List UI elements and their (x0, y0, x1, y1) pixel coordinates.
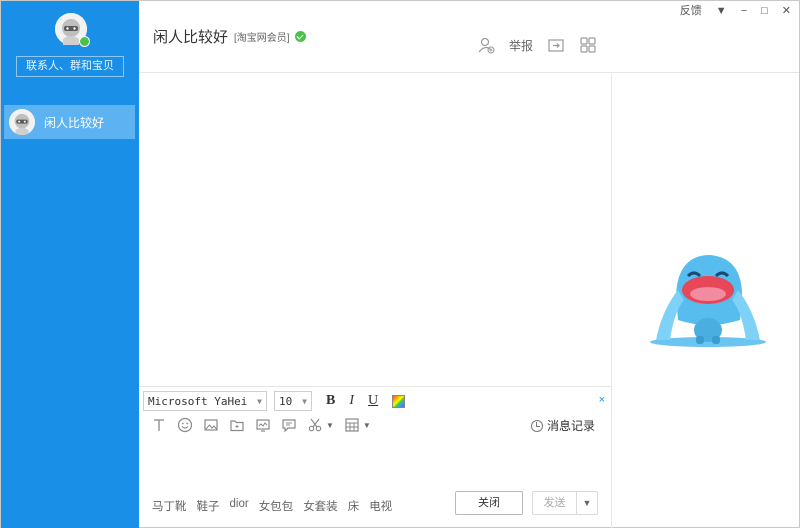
image-icon[interactable] (203, 417, 219, 433)
send-label[interactable]: 发送 (533, 492, 577, 514)
add-contact-icon[interactable] (477, 36, 495, 54)
composer-toolbar: ▼ ▼ (151, 417, 371, 433)
close-format-toolbar-button[interactable]: × (599, 394, 605, 406)
contact-search-input[interactable]: 联系人、群和宝贝 (16, 56, 124, 77)
contact-avatar (9, 109, 35, 135)
italic-button[interactable]: I (349, 393, 354, 409)
search-tags: 马丁靴 鞋子 dior 女包包 女套装 床 电视 (152, 498, 392, 514)
minimize-button[interactable]: − (741, 5, 747, 17)
sidebar-item-contact[interactable]: 闲人比较好 (4, 105, 135, 139)
font-size-select[interactable]: 10 ▼ (274, 391, 312, 411)
message-composer: Microsoft YaHei ▼ 10 ▼ B I U × ▼ ▼ 消息记录 … (139, 386, 611, 528)
format-toolbar: Microsoft YaHei ▼ 10 ▼ B I U (143, 391, 406, 411)
bold-button[interactable]: B (326, 393, 335, 409)
scissors-icon[interactable] (307, 417, 323, 433)
emoji-icon[interactable] (177, 417, 193, 433)
tag-link[interactable]: dior (230, 498, 249, 514)
chat-title: 闲人比较好 [淘宝网会员] (153, 26, 306, 47)
font-color-icon[interactable] (392, 394, 406, 408)
tag-link[interactable]: 鞋子 (197, 498, 220, 514)
feedback-link[interactable]: 反馈 (680, 5, 702, 17)
close-button[interactable]: 关闭 (455, 491, 523, 515)
header-toolbar: 举报 (477, 36, 597, 54)
tag-link[interactable]: 女套装 (303, 498, 338, 514)
tag-link[interactable]: 床 (348, 498, 360, 514)
send-button[interactable]: 发送 ▼ (532, 491, 598, 515)
tag-link[interactable]: 电视 (369, 498, 392, 514)
tag-link[interactable]: 女包包 (259, 498, 294, 514)
menu-dropdown-icon[interactable]: ▼ (716, 5, 727, 17)
screen-share-icon[interactable] (255, 417, 271, 433)
chevron-down-icon[interactable]: ▼ (326, 421, 334, 430)
contact-title: 闲人比较好 (153, 29, 229, 46)
send-file-icon[interactable] (547, 36, 565, 54)
send-options-dropdown[interactable]: ▼ (577, 492, 597, 514)
window-controls: 反馈 ▼ − □ ✕ (680, 5, 791, 17)
chat-header: 闲人比较好 [淘宝网会员] 举报 反馈 ▼ − □ ✕ (139, 1, 799, 73)
crying-mascot-image (650, 255, 766, 347)
contact-name: 闲人比较好 (44, 115, 105, 130)
message-bubble-icon[interactable] (281, 417, 297, 433)
chevron-down-icon: ▼ (302, 396, 307, 406)
font-family-select[interactable]: Microsoft YaHei ▼ (143, 391, 267, 411)
font-size-value: 10 (279, 394, 293, 408)
maximize-button[interactable]: □ (761, 5, 768, 17)
report-button[interactable]: 举报 (509, 37, 533, 54)
apps-grid-icon[interactable] (579, 36, 597, 54)
underline-button[interactable]: U (368, 393, 378, 409)
right-panel (611, 74, 800, 528)
user-avatar[interactable] (55, 13, 90, 47)
chevron-down-icon: ▼ (257, 396, 262, 406)
online-status-icon (79, 36, 90, 47)
sidebar: 联系人、群和宝贝 闲人比较好 (1, 1, 139, 528)
member-badge: [淘宝网会员] (234, 33, 290, 44)
text-format-icon[interactable] (151, 417, 167, 433)
calculator-icon[interactable] (344, 417, 360, 433)
verified-icon (294, 31, 306, 42)
chat-window: 联系人、群和宝贝 闲人比较好 闲人比较好 [淘宝网会员] 举报 反馈 ▼ − □… (0, 0, 800, 528)
folder-icon[interactable] (229, 417, 245, 433)
clock-icon (530, 419, 543, 432)
close-window-button[interactable]: ✕ (782, 5, 791, 17)
font-family-value: Microsoft YaHei (148, 394, 248, 408)
tag-link[interactable]: 马丁靴 (152, 498, 187, 514)
message-area[interactable] (139, 74, 611, 386)
chevron-down-icon[interactable]: ▼ (363, 421, 371, 430)
history-label: 消息记录 (546, 419, 595, 433)
message-history-button[interactable]: 消息记录 (530, 417, 595, 434)
